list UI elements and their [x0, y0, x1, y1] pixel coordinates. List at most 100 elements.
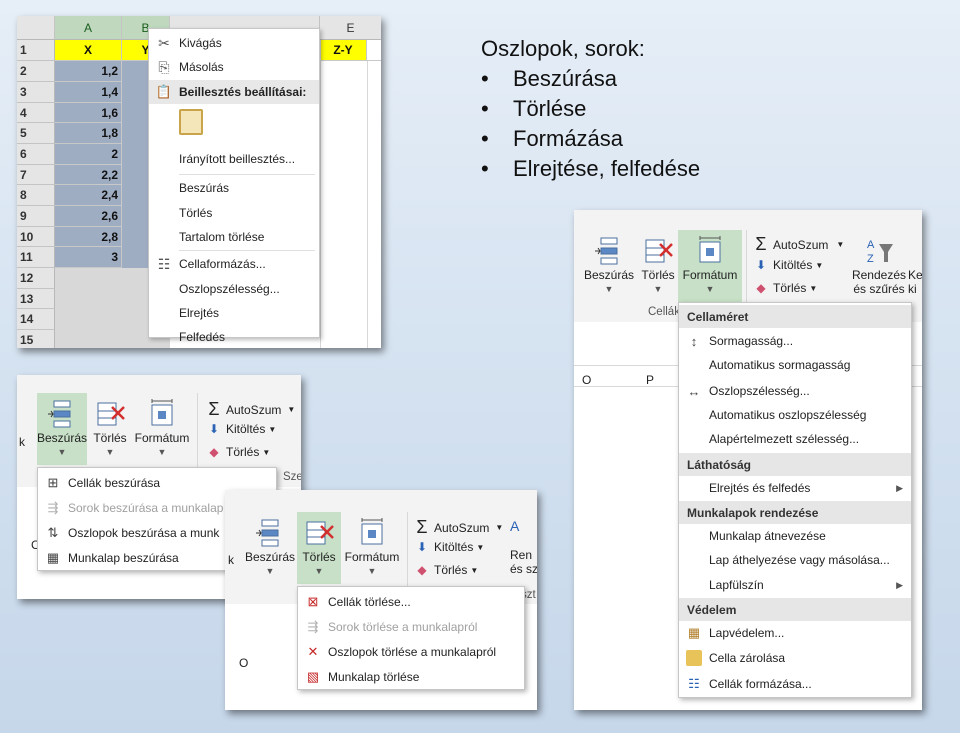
menu-item-insert[interactable]: Beszúrás — [149, 176, 319, 200]
autosum-button[interactable]: Σ AutoSzum ▼ — [413, 517, 503, 538]
autosum-button[interactable]: Σ AutoSzum ▼ — [205, 399, 295, 420]
clear-button[interactable]: ◆ Törlés ▼ — [413, 563, 478, 577]
row-header[interactable]: 12 — [17, 268, 55, 289]
menu-item-format-cells[interactable]: ☷ Cellák formázása... — [679, 672, 911, 696]
insert-button[interactable]: Beszúrás ▼ — [582, 230, 636, 302]
menu-item-column-width[interactable]: Oszlopszélesség... — [149, 277, 319, 301]
data-cell-x[interactable]: 3 — [55, 247, 122, 268]
insert-button[interactable]: Beszúrás ▼ — [245, 512, 295, 584]
row-header[interactable]: 14 — [17, 309, 55, 330]
delete-button[interactable]: Törlés ▼ — [638, 230, 678, 302]
insert-cells-icon — [48, 400, 71, 428]
data-cell-x[interactable]: 1,8 — [55, 123, 122, 144]
row-header[interactable]: 1 — [17, 40, 55, 61]
sort-filter-button[interactable]: A Ren és sz — [510, 512, 537, 584]
menu-item-lock-cell[interactable]: Cella zárolása — [679, 646, 911, 670]
row-header[interactable]: 8 — [17, 185, 55, 206]
delete-button[interactable]: Törlés ▼ — [89, 393, 131, 465]
sort-filter-button[interactable]: A Z Rendezés és szűrés — [850, 230, 908, 302]
chevron-down-icon: ▼ — [367, 566, 377, 576]
format-button[interactable]: Formátum ▼ — [678, 230, 742, 302]
menu-item-paste-special[interactable]: Irányított beillesztés... — [149, 147, 319, 171]
clear-button[interactable]: ◆ Törlés ▼ — [205, 445, 270, 459]
format-button[interactable]: Formátum ▼ — [341, 512, 403, 584]
sigma-icon: Σ — [416, 517, 428, 537]
fill-button[interactable]: ⬇ Kitöltés ▼ — [413, 540, 484, 554]
row-header[interactable]: 6 — [17, 144, 55, 165]
bullet-item: Elrejtése, felfedése — [481, 154, 700, 184]
row-header[interactable]: 7 — [17, 165, 55, 185]
menu-item-autofit-column[interactable]: Automatikus oszlopszélesség — [679, 403, 911, 427]
menu-item-tab-color[interactable]: Lapfülszín ▶ — [679, 573, 911, 597]
data-cell-x[interactable]: 2,4 — [55, 185, 122, 206]
delete-ribbon-panel: k Beszúrás ▼ Törlés ▼ Formátum ▼ Σ AutoS… — [225, 490, 537, 710]
header-cell-z-y[interactable]: Z-Y — [320, 40, 367, 61]
menu-item-hide-unhide[interactable]: Elrejtés és felfedés ▶ — [679, 476, 911, 500]
row-header[interactable]: 9 — [17, 206, 55, 227]
data-cell-x[interactable]: 1,2 — [55, 61, 122, 82]
row-header[interactable]: 3 — [17, 82, 55, 103]
data-cell-x[interactable]: 2,6 — [55, 206, 122, 227]
menu-item-autofit-row[interactable]: Automatikus sormagasság — [679, 353, 911, 377]
corner-cell[interactable] — [17, 16, 55, 40]
menu-item-delete-rows[interactable]: ⇶ Sorok törlése a munkalapról — [298, 615, 524, 639]
format-button[interactable]: Formátum ▼ — [131, 393, 193, 465]
row-header[interactable]: 11 — [17, 247, 55, 268]
menu-item-unhide[interactable]: Felfedés — [149, 325, 319, 348]
format-cells-icon — [151, 399, 173, 426]
context-menu: ✂ Kivágás ⎘ Másolás 📋 Beillesztés beállí… — [148, 28, 320, 344]
column-header-o: O — [582, 373, 592, 387]
column-header-a[interactable]: A — [55, 16, 122, 40]
row-header[interactable]: 10 — [17, 227, 55, 247]
menu-item-row-height[interactable]: ↕ Sormagasság... — [679, 329, 911, 353]
row-header[interactable]: 4 — [17, 103, 55, 123]
menu-item-cut[interactable]: ✂ Kivágás — [149, 31, 319, 55]
spreadsheet-panel: A B E 1 2 3 4 5 6 7 8 9 10 11 12 13 14 1… — [17, 16, 381, 348]
scissors-icon: ✂ — [158, 34, 170, 51]
column-header-o: O — [239, 656, 249, 670]
menu-item-default-width[interactable]: Alapértelmezett szélesség... — [679, 427, 911, 451]
menu-section-cell-size: Cellaméret — [679, 305, 911, 328]
menu-item-delete-sheet[interactable]: ▧ Munkalap törlése — [298, 665, 524, 689]
menu-item-protect-sheet[interactable]: ▦ Lapvédelem... — [679, 621, 911, 645]
insert-button[interactable]: Beszúrás ▼ — [37, 393, 87, 465]
data-cell-x[interactable]: 1,4 — [55, 82, 122, 103]
menu-section-visibility: Láthatóság — [679, 453, 911, 476]
data-cell-x[interactable]: 2 — [55, 144, 122, 165]
column-header-e[interactable]: E — [320, 16, 381, 40]
prev-group-label: k — [19, 435, 25, 449]
menu-item-delete-columns[interactable]: ✕ Oszlopok törlése a munkalapról — [298, 640, 524, 664]
find-select-button[interactable]: Ke ki — [908, 230, 922, 302]
menu-item-copy[interactable]: ⎘ Másolás — [149, 55, 319, 79]
bullet-item: Beszúrása — [481, 64, 700, 94]
data-cell-x[interactable]: 1,6 — [55, 103, 122, 123]
row-header[interactable]: 2 — [17, 61, 55, 82]
data-cell-x[interactable]: 2,2 — [55, 165, 122, 185]
delete-cells-icon — [645, 239, 673, 263]
group-caption: Cellák — [648, 306, 680, 318]
fill-button[interactable]: ⬇ Kitöltés ▼ — [205, 422, 276, 436]
row-header[interactable]: 15 — [17, 330, 55, 348]
menu-section-paste: 📋 Beillesztés beállításai: — [149, 80, 319, 104]
fill-button[interactable]: ⬇ Kitöltés ▼ — [752, 258, 823, 272]
paste-icon[interactable] — [179, 109, 203, 135]
chevron-down-icon: ▼ — [314, 566, 324, 576]
data-cell-x[interactable]: 2,8 — [55, 227, 122, 247]
fill-down-icon: ⬇ — [416, 540, 428, 554]
menu-item-delete[interactable]: Törlés — [149, 201, 319, 225]
menu-item-column-width[interactable]: ↔ Oszlopszélesség... — [679, 379, 911, 403]
column-width-icon: ↔ — [687, 383, 701, 399]
menu-item-format-cells[interactable]: ☷ Cellaformázás... — [149, 252, 319, 276]
menu-item-rename-sheet[interactable]: Munkalap átnevezése — [679, 524, 911, 548]
menu-item-hide[interactable]: Elrejtés — [149, 301, 319, 325]
delete-button[interactable]: Törlés ▼ — [297, 512, 341, 584]
row-header[interactable]: 5 — [17, 123, 55, 144]
menu-item-delete-cells[interactable]: ⊠ Cellák törlése... — [298, 590, 524, 614]
row-header[interactable]: 13 — [17, 289, 55, 309]
menu-item-clear-contents[interactable]: Tartalom törlése — [149, 225, 319, 249]
header-cell-x[interactable]: X — [55, 40, 122, 61]
menu-item-move-copy-sheet[interactable]: Lap áthelyezése vagy másolása... — [679, 548, 911, 572]
cell[interactable] — [367, 40, 381, 61]
clear-button[interactable]: ◆ Törlés ▼ — [752, 281, 817, 295]
autosum-button[interactable]: Σ AutoSzum ▼ — [752, 234, 844, 255]
